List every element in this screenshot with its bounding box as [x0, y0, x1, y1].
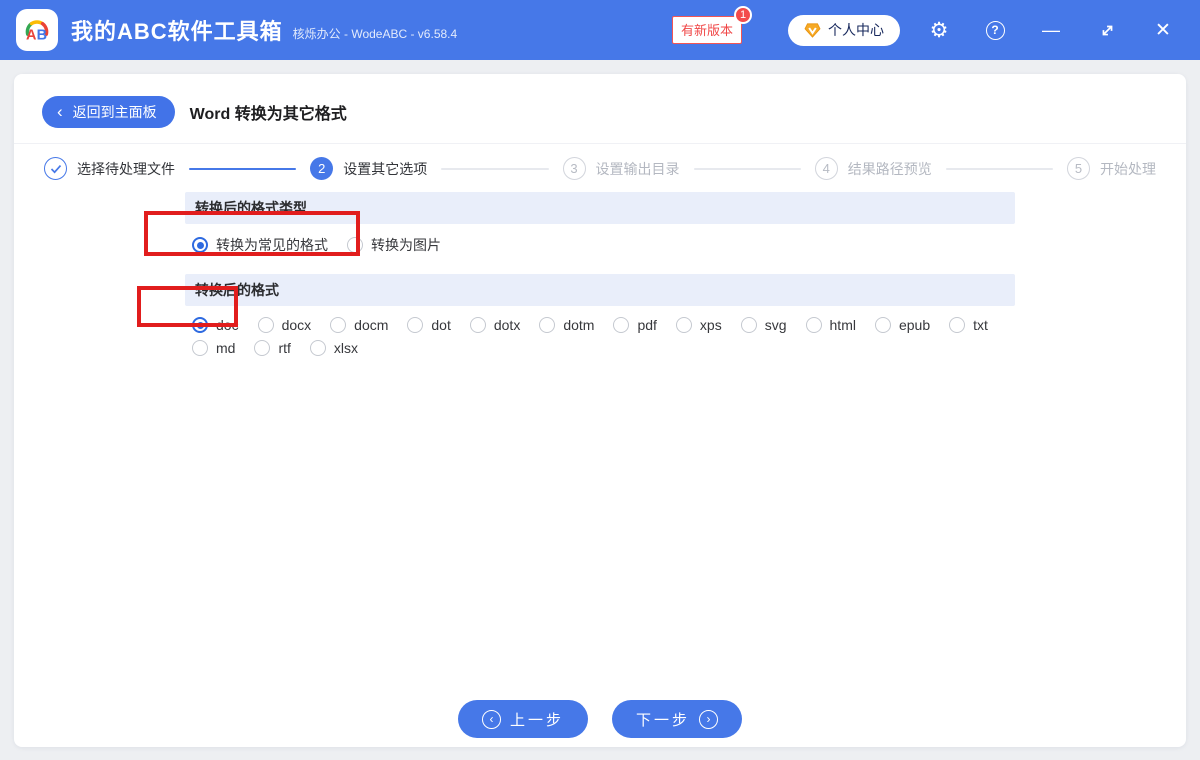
radio-format-dot[interactable]: dot: [407, 317, 451, 333]
wizard-footer: ‹ 上一步 下一步 ›: [14, 700, 1186, 738]
radio-format-dotm[interactable]: dotm: [539, 317, 594, 333]
radio-label: doc: [216, 317, 239, 333]
step-1-select-files: 选择待处理文件: [44, 157, 175, 180]
radio-format-dotx[interactable]: dotx: [469, 317, 521, 333]
app-logo-icon: A B: [16, 9, 58, 51]
step-indicator: 选择待处理文件 2 设置其它选项 3 设置输出目录 4 结果路径预览 5 开始处…: [14, 144, 1186, 192]
radio-format-md[interactable]: md: [192, 340, 235, 356]
radio-format-rtf[interactable]: rtf: [254, 340, 291, 356]
radio-label: dot: [431, 317, 451, 333]
step-connector: [945, 167, 1053, 170]
radio-format-docx[interactable]: docx: [257, 317, 312, 333]
panel-header: ‹ 返回到主面板 Word 转换为其它格式: [14, 74, 1186, 144]
next-step-label: 下一步: [636, 711, 691, 729]
step-check-icon: [44, 157, 67, 180]
radio-label: dotx: [493, 317, 521, 333]
radio-format-txt[interactable]: txt: [949, 317, 988, 333]
step-5-start: 5 开始处理: [1067, 157, 1156, 180]
profile-center-button[interactable]: 个人中心: [788, 14, 900, 46]
step-3-output-dir: 3 设置输出目录: [562, 157, 680, 180]
radio-unselected-icon: [254, 340, 271, 356]
section-title: 转换后的格式: [185, 274, 1015, 306]
chevron-left-icon: ‹: [57, 101, 63, 121]
next-step-button[interactable]: 下一步 ›: [612, 700, 743, 738]
svg-text:A: A: [26, 27, 37, 43]
back-to-dashboard-button[interactable]: ‹ 返回到主面板: [42, 96, 175, 128]
radio-label: md: [216, 340, 236, 356]
settings-gear-icon[interactable]: ⚙: [922, 13, 956, 47]
radio-format-doc[interactable]: doc: [192, 317, 239, 333]
help-icon[interactable]: ?: [978, 13, 1012, 47]
radio-label: dotm: [563, 317, 595, 333]
radio-unselected-icon: [949, 317, 966, 333]
options-area: 转换后的格式类型 转换为常见的格式 转换为图片 转换后的格式 doc docx …: [185, 192, 1015, 356]
radio-label: pdf: [637, 317, 657, 333]
vip-gem-icon: [804, 22, 821, 38]
radio-format-epub[interactable]: epub: [874, 317, 931, 333]
radio-common-format[interactable]: 转换为常见的格式: [192, 235, 328, 255]
radio-label: txt: [973, 317, 988, 333]
main-panel: ‹ 返回到主面板 Word 转换为其它格式 选择待处理文件 2 设置其它选项 3…: [14, 74, 1186, 747]
titlebar: A B 我的ABC软件工具箱 核烁办公 - WodeABC - v6.58.4 …: [0, 0, 1200, 60]
radio-unselected-icon: [407, 317, 424, 333]
maximize-button[interactable]: [1090, 13, 1124, 47]
step-2-options: 2 设置其它选项: [310, 157, 427, 180]
radio-unselected-icon: [192, 340, 208, 356]
app-title: 我的ABC软件工具箱: [71, 19, 283, 44]
radio-label: svg: [764, 317, 787, 333]
section-target-format: 转换后的格式 doc docx docm dot dotx dotm pdf x…: [185, 274, 1015, 356]
radio-unselected-icon: [469, 317, 486, 333]
chevron-left-circle-icon: ‹: [481, 709, 501, 729]
radio-unselected-icon: [675, 317, 692, 333]
radio-format-svg[interactable]: svg: [740, 317, 787, 333]
profile-center-label: 个人中心: [828, 22, 884, 38]
step-connector: [693, 167, 801, 170]
radio-image-format[interactable]: 转换为图片: [347, 235, 441, 255]
radio-unselected-icon: [257, 317, 274, 333]
close-button[interactable]: ✕: [1146, 13, 1180, 47]
step-connector: [189, 167, 297, 170]
radio-format-xps[interactable]: xps: [675, 317, 722, 333]
step-4-path-preview: 4 结果路径预览: [814, 157, 932, 180]
notification-badge: 1: [734, 6, 752, 24]
radio-label: xlsx: [333, 340, 359, 356]
radio-unselected-icon: [874, 317, 891, 333]
format-type-options: 转换为常见的格式 转换为图片: [185, 224, 1015, 255]
radio-format-docm[interactable]: docm: [330, 317, 388, 333]
chevron-right-circle-icon: ›: [699, 709, 719, 729]
page-title: Word 转换为其它格式: [189, 106, 347, 123]
app-subtitle: 核烁办公 - WodeABC - v6.58.4: [292, 27, 458, 41]
radio-unselected-icon: [740, 317, 757, 333]
step-connector: [441, 167, 549, 170]
radio-selected-icon: [192, 317, 208, 333]
prev-step-label: 上一步: [509, 711, 564, 729]
back-button-label: 返回到主面板: [72, 104, 157, 120]
new-version-button[interactable]: 有新版本: [671, 16, 742, 44]
radio-label: xps: [699, 317, 722, 333]
radio-unselected-icon: [539, 317, 556, 333]
radio-format-html[interactable]: html: [805, 317, 856, 333]
radio-label: docx: [281, 317, 312, 333]
radio-label: 转换为图片: [371, 237, 441, 253]
target-format-options-row1: doc docx docm dot dotx dotm pdf xps svg …: [185, 306, 1015, 333]
radio-label: 转换为常见的格式: [216, 237, 328, 253]
radio-label: docm: [354, 317, 389, 333]
radio-format-xlsx[interactable]: xlsx: [309, 340, 359, 356]
prev-step-button[interactable]: ‹ 上一步: [457, 700, 588, 738]
minimize-button[interactable]: —: [1034, 13, 1068, 47]
radio-unselected-icon: [613, 317, 630, 333]
section-title: 转换后的格式类型: [185, 192, 1015, 224]
radio-format-pdf[interactable]: pdf: [613, 317, 657, 333]
section-format-type: 转换后的格式类型 转换为常见的格式 转换为图片: [185, 192, 1015, 255]
radio-unselected-icon: [309, 340, 326, 356]
radio-label: html: [829, 317, 856, 333]
radio-unselected-icon: [805, 317, 822, 333]
target-format-options-row2: md rtf xlsx: [185, 333, 1015, 356]
svg-text:B: B: [37, 27, 47, 43]
radio-label: epub: [898, 317, 931, 333]
radio-unselected-icon: [330, 317, 347, 333]
radio-label: rtf: [278, 340, 291, 356]
radio-selected-icon: [192, 237, 208, 253]
radio-unselected-icon: [347, 237, 363, 253]
